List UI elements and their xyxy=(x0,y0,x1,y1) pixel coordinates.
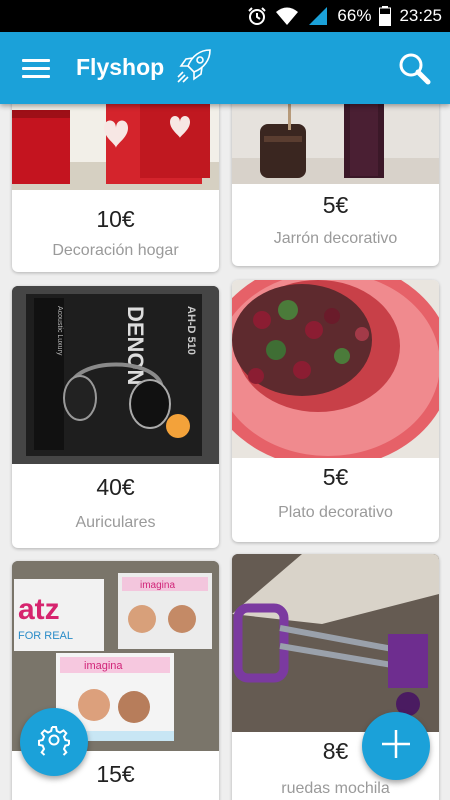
battery-icon xyxy=(379,6,392,26)
app-title: Flyshop xyxy=(76,54,165,80)
svg-text:FOR REAL: FOR REAL xyxy=(18,630,73,642)
product-card-jarron-decorativo[interactable]: 5€ Jarrón decorativo xyxy=(232,104,439,266)
wifi-icon xyxy=(275,6,299,26)
alarm-icon xyxy=(247,6,267,26)
product-price: 10€ xyxy=(96,206,135,232)
product-photo xyxy=(232,554,439,732)
product-price: 5€ xyxy=(322,464,349,490)
status-bar: 66% 23:25 xyxy=(0,0,450,32)
battery-percentage: 66% xyxy=(337,6,372,25)
product-price: 40€ xyxy=(96,474,135,500)
svg-text:Acoustic Luxury: Acoustic Luxury xyxy=(56,306,63,356)
rocket-icon xyxy=(172,44,216,88)
status-time: 23:25 xyxy=(399,6,442,25)
product-photo xyxy=(232,280,439,458)
product-title: Jarrón decorativo xyxy=(273,230,398,247)
product-photo xyxy=(232,104,439,184)
product-card-decoracion-hogar[interactable]: 10€ Decoración hogar xyxy=(12,104,219,272)
svg-text:imagina: imagina xyxy=(84,660,123,672)
svg-text:AH-D 510: AH-D 510 xyxy=(185,306,197,355)
hamburger-menu-icon[interactable] xyxy=(22,54,50,82)
gear-icon xyxy=(38,724,70,761)
product-price: 5€ xyxy=(322,192,349,218)
product-photo: DENON Acoustic Luxury AH-D 510 xyxy=(12,286,219,464)
product-photo xyxy=(12,104,219,190)
product-title: Decoración hogar xyxy=(52,242,179,259)
plus-icon xyxy=(379,727,413,766)
app-bar: Flyshop xyxy=(0,32,450,104)
signal-icon xyxy=(307,6,329,26)
add-product-button[interactable] xyxy=(362,712,430,780)
product-grid: 10€ Decoración hogar 5€ Jarrón decorativ… xyxy=(0,104,450,800)
product-card-auriculares[interactable]: DENON Acoustic Luxury AH-D 510 40€ Auric… xyxy=(12,286,219,548)
settings-button[interactable] xyxy=(20,708,88,776)
product-title: Plato decorativo xyxy=(278,504,393,521)
product-title: Auriculares xyxy=(75,514,156,531)
product-card-plato-decorativo[interactable]: 5€ Plato decorativo xyxy=(232,280,439,542)
svg-text:DENON: DENON xyxy=(123,306,148,385)
search-icon[interactable] xyxy=(396,50,432,86)
svg-text:imagina: imagina xyxy=(140,580,175,591)
svg-text:atz: atz xyxy=(18,593,60,626)
product-title: ruedas mochila xyxy=(281,780,390,797)
